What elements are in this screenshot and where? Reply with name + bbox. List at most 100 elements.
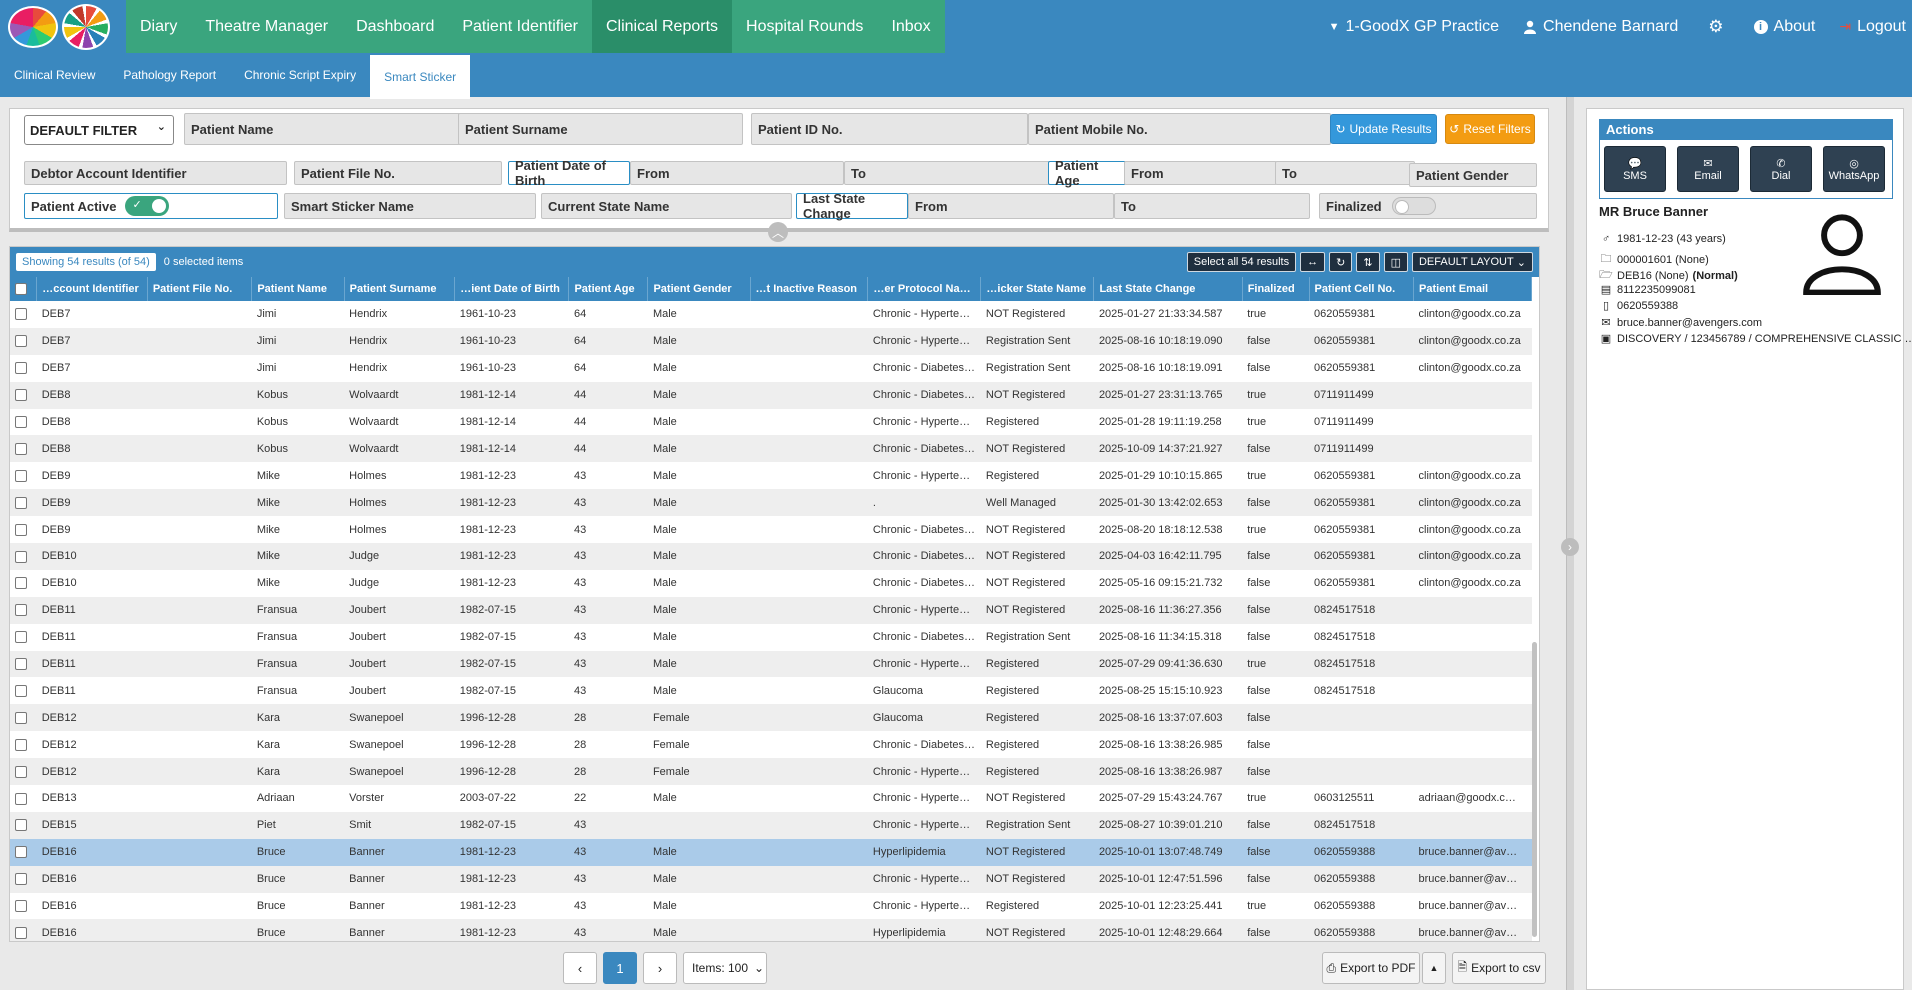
columns-button[interactable]: ◫ [1383, 252, 1408, 272]
row-checkbox[interactable] [15, 711, 27, 724]
row-checkbox[interactable] [15, 765, 27, 778]
table-row[interactable]: DEB7 Jimi Hendrix 1961-10-23 64 Male Chronic -… [10, 354, 1532, 382]
row-checkbox-cell[interactable] [10, 516, 37, 544]
nav-item-hospital-rounds[interactable]: Hospital Rounds [732, 0, 877, 53]
dial-button[interactable]: ✆ Dial [1750, 146, 1812, 192]
table-row[interactable]: DEB16 Bruce Banner 1981-12-23 43 Male Chronic … [10, 892, 1532, 920]
column-header[interactable]: …t Inactive Reason [750, 277, 869, 301]
nav-item-patient-identifier[interactable]: Patient Identifier [448, 0, 592, 53]
row-checkbox-cell[interactable] [10, 892, 37, 920]
nav-item-theatre-manager[interactable]: Theatre Manager [191, 0, 342, 53]
row-checkbox-cell[interactable] [10, 919, 37, 941]
row-checkbox[interactable] [15, 658, 27, 671]
patient-file-filter[interactable]: Patient File No. [294, 161, 502, 185]
export-pdf-button[interactable]: ⎙ Export to PDF [1322, 952, 1420, 984]
user-menu[interactable]: Chendene Barnard [1511, 18, 1690, 36]
row-checkbox-cell[interactable] [10, 811, 37, 839]
row-checkbox[interactable] [15, 335, 27, 348]
default-filter-select[interactable]: DEFAULT FILTER ⌄ [24, 115, 174, 145]
tab-pathology-report[interactable]: Pathology Report [109, 53, 230, 97]
row-checkbox-cell[interactable] [10, 596, 37, 624]
sort-button[interactable]: ⇅ [1356, 252, 1380, 272]
column-header[interactable]: …ccount Identifier [36, 277, 148, 301]
table-row[interactable]: DEB10 Mike Judge 1981-12-23 43 Male Chronic - … [10, 569, 1532, 597]
gender-filter[interactable]: Patient Gender [1409, 163, 1537, 187]
row-checkbox[interactable] [15, 846, 27, 859]
export-csv-button[interactable]: 🗎 Export to csv [1452, 952, 1546, 984]
row-checkbox-cell[interactable] [10, 838, 37, 866]
table-row[interactable]: DEB12 Kara Swanepoel 1996-12-28 28 Female Chro… [10, 731, 1532, 759]
nav-item-diary[interactable]: Diary [126, 0, 191, 53]
column-header[interactable]: Patient Gender [647, 277, 751, 301]
table-row[interactable]: DEB12 Kara Swanepoel 1996-12-28 28 Female Chro… [10, 758, 1532, 786]
patient-active-filter[interactable]: Patient Active ✓ [24, 193, 278, 219]
row-checkbox-cell[interactable] [10, 543, 37, 570]
row-checkbox[interactable] [15, 577, 27, 590]
app-logo[interactable] [0, 0, 126, 53]
table-row[interactable]: DEB7 Jimi Hendrix 1961-10-23 64 Male Chronic -… [10, 327, 1532, 355]
row-checkbox-cell[interactable] [10, 650, 37, 678]
column-header[interactable]: Patient File No. [147, 277, 253, 301]
row-checkbox-cell[interactable] [10, 462, 37, 490]
patient-surname-filter[interactable]: Patient Surname [458, 113, 743, 145]
row-checkbox-cell[interactable] [10, 677, 37, 705]
select-all-checkbox-header[interactable] [10, 277, 38, 301]
patient-name-filter[interactable]: Patient Name [184, 113, 467, 145]
prev-page-button[interactable]: ‹ [563, 952, 597, 984]
update-results-button[interactable]: ↻ Update Results [1330, 114, 1437, 144]
table-row[interactable]: DEB7 Jimi Hendrix 1961-10-23 64 Male Chronic -… [10, 301, 1532, 328]
sms-button[interactable]: 💬 SMS [1604, 146, 1666, 192]
row-checkbox[interactable] [15, 926, 27, 939]
row-checkbox[interactable] [15, 819, 27, 832]
table-row[interactable]: DEB11 Fransua Joubert 1982-07-15 43 Male Chron… [10, 623, 1532, 651]
row-checkbox[interactable] [15, 604, 27, 617]
logout-button[interactable]: ⇥ Logout [1827, 18, 1912, 36]
whatsapp-button[interactable]: ◎ WhatsApp [1823, 146, 1885, 192]
row-checkbox-cell[interactable] [10, 623, 37, 651]
layout-dropdown[interactable]: DEFAULT LAYOUT ⌄ [1411, 252, 1533, 272]
row-checkbox[interactable] [15, 523, 27, 536]
table-row[interactable]: DEB11 Fransua Joubert 1982-07-15 43 Male Chron… [10, 596, 1532, 624]
debtor-account-filter[interactable]: Debtor Account Identifier [24, 161, 287, 185]
age-from-input[interactable]: From [1124, 161, 1277, 185]
tab-clinical-review[interactable]: Clinical Review [0, 53, 109, 97]
row-checkbox[interactable] [15, 873, 27, 886]
patient-active-toggle[interactable]: ✓ [124, 196, 169, 216]
row-checkbox[interactable] [15, 469, 27, 482]
row-checkbox-cell[interactable] [10, 301, 37, 328]
column-header[interactable]: Patient Cell No. [1309, 277, 1415, 301]
select-all-checkbox[interactable] [15, 283, 27, 296]
table-row[interactable]: DEB11 Fransua Joubert 1982-07-15 43 Male Glauc… [10, 677, 1532, 705]
last-state-from-input[interactable]: From [908, 193, 1114, 219]
email-button[interactable]: ✉ Email [1677, 146, 1739, 192]
row-checkbox-cell[interactable] [10, 731, 37, 759]
table-row[interactable]: DEB9 Mike Holmes 1981-12-23 43 Male Chronic - … [10, 516, 1532, 544]
dob-to-input[interactable]: To [844, 161, 1050, 185]
row-checkbox[interactable] [15, 496, 27, 509]
column-header[interactable]: Patient Name [251, 277, 345, 301]
age-to-input[interactable]: To [1275, 161, 1415, 185]
nav-item-clinical-reports[interactable]: Clinical Reports [591, 0, 733, 53]
table-row[interactable]: DEB8 Kobus Wolvaardt 1981-12-14 44 Male Chroni… [10, 435, 1532, 463]
refresh-table-button[interactable]: ↻ [1329, 252, 1353, 272]
nav-item-inbox[interactable]: Inbox [877, 0, 944, 53]
patient-mobile-filter[interactable]: Patient Mobile No. [1028, 113, 1331, 145]
table-row[interactable]: DEB16 Bruce Banner 1981-12-23 43 Male Hyperlip… [10, 838, 1532, 866]
table-row[interactable]: DEB16 Bruce Banner 1981-12-23 43 Male Chronic … [10, 865, 1532, 893]
items-per-page-select[interactable]: Items: 100 ⌄ [683, 952, 767, 984]
row-checkbox-cell[interactable] [10, 569, 37, 597]
table-row[interactable]: DEB12 Kara Swanepoel 1996-12-28 28 Female Glau… [10, 704, 1532, 732]
row-checkbox-cell[interactable] [10, 785, 37, 812]
column-header[interactable]: …ient Date of Birth [454, 277, 570, 301]
export-options-button[interactable]: ▲ [1422, 952, 1446, 984]
table-row[interactable]: DEB13 Adriaan Vorster 2003-07-22 22 Male Chron… [10, 785, 1532, 812]
column-header[interactable]: Patient Age [568, 277, 649, 301]
row-checkbox[interactable] [15, 416, 27, 429]
about-button[interactable]: i About [1742, 18, 1828, 36]
row-checkbox[interactable] [15, 362, 27, 375]
patient-id-filter[interactable]: Patient ID No. [751, 113, 1028, 145]
fit-columns-button[interactable]: ↔ [1300, 252, 1326, 272]
finalized-toggle[interactable] [1391, 197, 1436, 215]
smart-sticker-name-filter[interactable]: Smart Sticker Name [284, 193, 536, 219]
table-row[interactable]: DEB9 Mike Holmes 1981-12-23 43 Male. Well Mana… [10, 489, 1532, 517]
